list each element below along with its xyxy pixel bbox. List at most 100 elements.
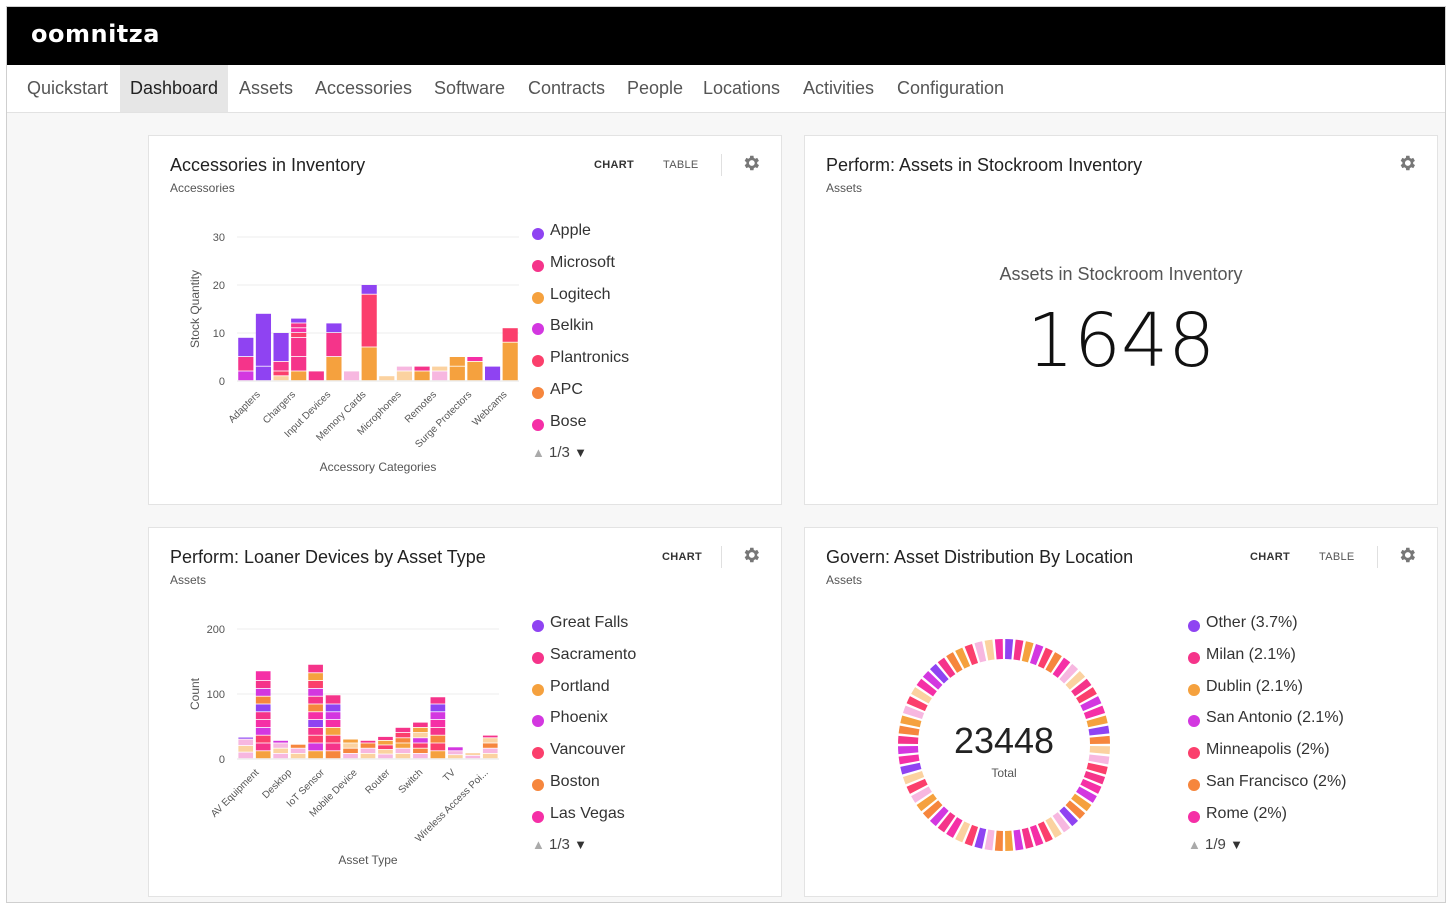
y-tick-label: 10 [213, 328, 225, 340]
page-down-icon[interactable]: ▼ [574, 445, 587, 460]
legend-dot-icon [532, 259, 544, 272]
bar-segment [396, 366, 413, 371]
bar-segment [325, 695, 341, 704]
gear-icon[interactable] [741, 153, 761, 173]
legend-label: San Antonio (2.1%) [1206, 709, 1344, 727]
bar-segment [361, 347, 377, 381]
bar-segment [255, 688, 271, 696]
legend-label: Minneapolis (2%) [1206, 741, 1330, 759]
stockroom-card: Perform: Assets in Stockroom Inventory A… [804, 135, 1438, 505]
gear-icon[interactable] [1397, 545, 1417, 565]
bar-segment [291, 318, 307, 323]
bar-segment [291, 371, 307, 381]
bar-segment [273, 376, 289, 381]
tab-table[interactable]: TABLE [1319, 551, 1355, 563]
y-tick-label: 0 [219, 754, 225, 766]
nav-accessories[interactable]: Accessories [305, 65, 422, 112]
nav-locations[interactable]: Locations [693, 65, 790, 112]
bar-segment [291, 337, 307, 357]
page-down-icon[interactable]: ▼ [1230, 837, 1243, 852]
main-nav: Quickstart Dashboard Assets Accessories Soft… [7, 65, 1445, 113]
nav-assets[interactable]: Assets [229, 65, 303, 112]
metric-value: 1648 [1026, 298, 1216, 384]
bar-segment [395, 748, 411, 753]
bar-segment [396, 371, 413, 381]
bar-segment [255, 671, 271, 681]
page-up-icon[interactable]: ▲ [532, 445, 545, 460]
nav-contracts[interactable]: Contracts [518, 65, 615, 112]
gear-icon[interactable] [741, 545, 761, 565]
bar-segment [308, 751, 323, 759]
bar-segment [308, 673, 323, 681]
card-title: Accessories in Inventory [170, 155, 366, 175]
legend-dot-icon [1188, 810, 1200, 823]
bar-segment [447, 755, 463, 759]
x-tick-label: Remotes [403, 389, 439, 425]
legend-dot-icon [532, 620, 544, 632]
logo[interactable]: oomnitza [31, 20, 160, 48]
nav-quickstart[interactable]: Quickstart [17, 65, 118, 112]
bar-segment [430, 727, 446, 735]
legend-dot-icon [532, 418, 544, 431]
bar-segment [378, 749, 393, 754]
tab-chart[interactable]: CHART [662, 551, 702, 563]
nav-activities[interactable]: Activities [793, 65, 884, 112]
divider [721, 546, 722, 568]
tab-table[interactable]: TABLE [663, 159, 699, 171]
legend-label: Plantronics [550, 349, 630, 367]
bar-segment [430, 735, 446, 743]
card-subtitle: Accessories [170, 181, 235, 195]
gear-icon[interactable] [1397, 153, 1417, 173]
donut-segment [994, 639, 1003, 660]
bar-segment [395, 727, 411, 733]
bar-segment [325, 712, 341, 720]
page-up-icon[interactable]: ▲ [1188, 837, 1201, 852]
donut-segment [984, 639, 995, 661]
bar-segment [290, 744, 306, 748]
donut-segment [1013, 829, 1024, 851]
page-down-icon[interactable]: ▼ [574, 837, 587, 852]
x-tick-label: Webcams [470, 389, 509, 428]
legend-label: Vancouver [550, 741, 626, 759]
bar-segment [325, 751, 341, 759]
bar-segment [413, 753, 428, 759]
page-indicator: 1/3 [549, 836, 570, 853]
legend-dot-icon [1188, 778, 1200, 791]
legend-label: Milan (2.1%) [1206, 645, 1296, 663]
nav-software[interactable]: Software [424, 65, 515, 112]
donut-total-value: 23448 [953, 720, 1055, 761]
bar-segment [430, 720, 446, 727]
bar-segment [255, 751, 271, 759]
bar-segment [378, 754, 393, 759]
nav-people[interactable]: People [617, 65, 693, 112]
tab-chart[interactable]: CHART [594, 159, 634, 171]
page-indicator: 1/9 [1205, 836, 1226, 853]
donut-segment [1005, 639, 1014, 660]
legend-label: Boston [550, 772, 600, 790]
bar-segment [308, 696, 323, 704]
legend-label: Dublin (2.1%) [1206, 677, 1303, 695]
bar-segment [238, 337, 254, 357]
bar-segment [291, 333, 307, 337]
nav-configuration[interactable]: Configuration [887, 65, 1014, 112]
bar-segment [255, 720, 271, 727]
bar-segment [378, 740, 393, 745]
bar-segment [413, 727, 428, 733]
bar-segment [308, 727, 323, 735]
donut-segment [1013, 639, 1024, 661]
bar-segment [343, 371, 360, 381]
card-title: Govern: Asset Distribution By Location [826, 547, 1134, 567]
legend-dot-icon [532, 323, 544, 336]
bar-segment [482, 735, 498, 738]
tab-chart[interactable]: CHART [1250, 551, 1290, 563]
bar-segment [465, 753, 481, 755]
nav-dashboard[interactable]: Dashboard [120, 65, 229, 112]
bar-segment [238, 357, 254, 371]
bar-segment [343, 743, 358, 748]
card-subtitle: Assets [170, 573, 207, 587]
bar-segment [413, 743, 428, 748]
page-up-icon[interactable]: ▲ [532, 837, 545, 852]
bar-segment [255, 704, 271, 712]
bar-segment [238, 746, 254, 752]
legend-label: Portland [550, 677, 610, 695]
